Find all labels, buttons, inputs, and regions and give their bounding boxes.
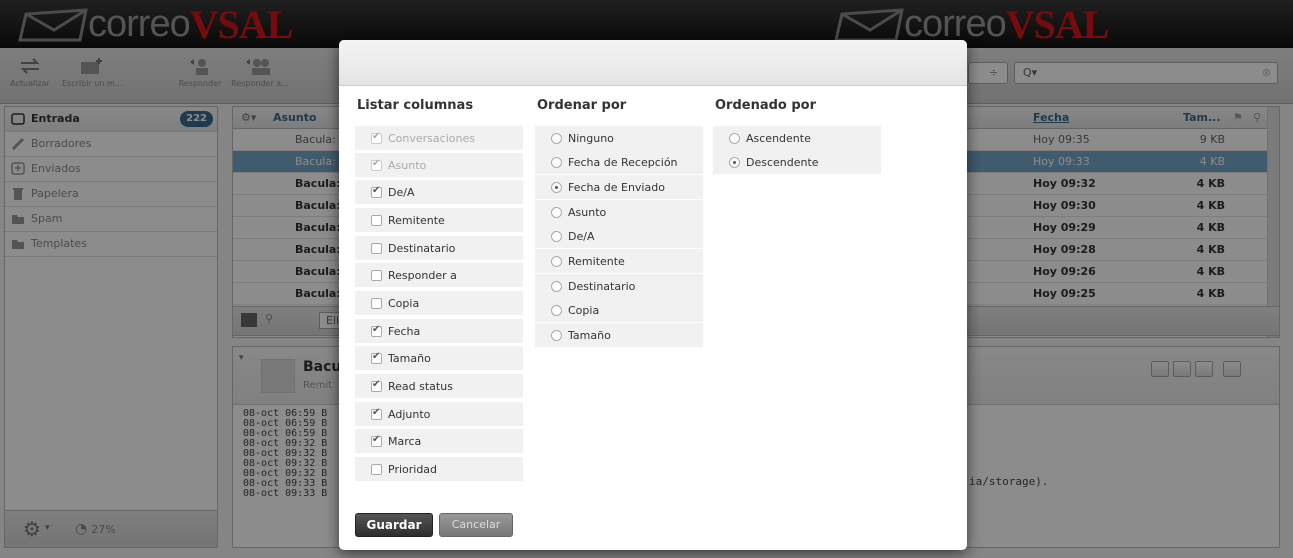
sort-option-size[interactable]: Tamaño [535,323,703,347]
sort-option-recipient[interactable]: Destinatario [535,274,703,298]
column-option-from-to[interactable]: De/A [355,180,523,204]
dialog-titlebar [339,40,967,86]
column-option-flag[interactable]: Marca [355,429,523,453]
column-option-sender[interactable]: Remitente [355,208,523,232]
save-button[interactable]: Guardar [355,513,433,537]
sort-option-sent-date[interactable]: Fecha de Enviado [535,175,703,199]
sort-option-from-to[interactable]: De/A [535,224,703,248]
column-option-reply-to[interactable]: Responder a [355,263,523,287]
list-options-dialog: Listar columnas Ordenar por Ordenado por… [339,40,967,550]
order-option-descending[interactable]: Descendente [713,150,881,174]
column-option-conversations[interactable]: Conversaciones [355,126,523,150]
column-option-recipient[interactable]: Destinatario [355,236,523,260]
column-option-priority[interactable]: Prioridad [355,457,523,481]
sort-option-none[interactable]: Ninguno [535,126,703,150]
column-option-size[interactable]: Tamaño [355,346,523,370]
sort-option-subject[interactable]: Asunto [535,200,703,224]
sort-option-arrival-date[interactable]: Fecha de Recepción [535,150,703,174]
order-option-ascending[interactable]: Ascendente [713,126,881,150]
order-heading: Ordenado por [715,98,817,113]
column-option-subject[interactable]: Asunto [355,153,523,177]
sort-by-heading: Ordenar por [537,98,627,113]
cancel-button[interactable]: Cancelar [439,513,513,537]
sort-option-sender[interactable]: Remitente [535,249,703,273]
column-option-read-status[interactable]: Read status [355,374,523,398]
column-option-cc[interactable]: Copia [355,291,523,315]
column-option-attachment[interactable]: Adjunto [355,402,523,426]
column-option-date[interactable]: Fecha [355,319,523,343]
sort-option-cc[interactable]: Copia [535,298,703,322]
list-columns-heading: Listar columnas [357,98,474,113]
